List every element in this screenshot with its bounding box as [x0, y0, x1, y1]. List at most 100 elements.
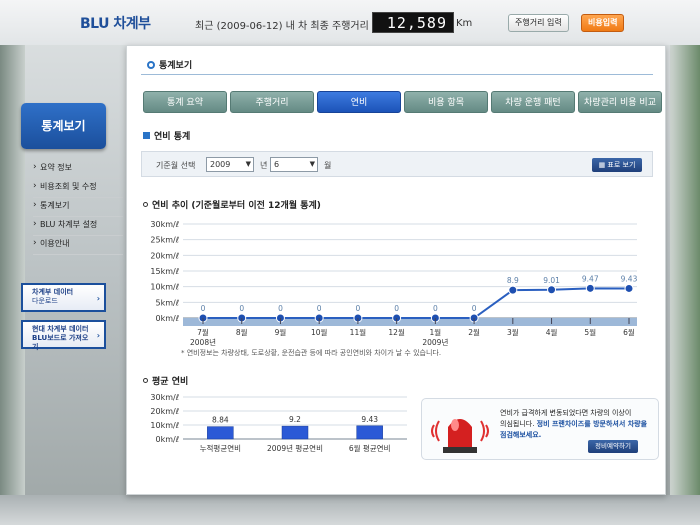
chevron-down-icon: ▼	[245, 160, 251, 168]
km-unit: Km	[456, 18, 473, 29]
tab-driving-pattern[interactable]: 차량 운행 패턴	[491, 91, 575, 113]
tab-fuel-efficiency[interactable]: 연비	[317, 91, 401, 113]
odometer-display: 12,589	[372, 12, 454, 33]
alert-line2-text: 의심됩니다.	[500, 420, 535, 428]
section-bullet-icon	[143, 132, 150, 139]
title-divider	[141, 74, 653, 75]
y-tick-label: 30km/ℓ	[150, 220, 179, 229]
avg-fuel-chart: 0km/ℓ 10km/ℓ 20km/ℓ 30km/ℓ 8.84 누적평균연비 9.2 2009…	[150, 393, 407, 453]
heading-bullet-icon	[143, 378, 148, 383]
y-tick-label: 20km/ℓ	[150, 407, 179, 416]
alert-line3-text: 점검해보세요.	[500, 431, 542, 439]
data-label: 0	[317, 304, 322, 313]
data-label: 0	[201, 304, 206, 313]
tab-bar: 통계 요약 주행거리 연비 비용 항목 차량 운행 패턴 차량관리 비용 비교	[143, 91, 662, 113]
chart2-heading: 평균 연비	[143, 374, 188, 387]
data-label: 9.01	[543, 276, 560, 285]
download-data-button[interactable]: 차계부 데이터 다운로드 ›	[21, 283, 106, 312]
data-label: 0	[433, 304, 438, 313]
sidebar-item-cost-edit[interactable]: 비용조회 및 수정	[33, 179, 123, 198]
data-label: 0	[239, 304, 244, 313]
data-label: 0	[356, 304, 361, 313]
fuel-trend-chart: 0km/ℓ 5km/ℓ 10km/ℓ 15km/ℓ 20km/ℓ 25km/ℓ 30km/ℓ…	[150, 220, 637, 347]
y-tick-label: 15km/ℓ	[150, 267, 179, 276]
tab-distance[interactable]: 주행거리	[230, 91, 314, 113]
bar	[356, 425, 383, 440]
data-point	[624, 283, 634, 293]
sidebar-item-summary[interactable]: 요약 정보	[33, 160, 123, 179]
month-select[interactable]: 6 ▼	[270, 157, 318, 172]
download-data-line1: 차계부 데이터	[32, 288, 74, 296]
view-table-label: 표로 보기	[607, 161, 636, 169]
bar-value-label: 8.84	[212, 416, 229, 425]
bar-value-label: 9.2	[289, 415, 301, 424]
x-axis-band	[183, 318, 637, 326]
sidebar-item-guide[interactable]: 이용안내	[33, 236, 123, 255]
sidebar-item-statistics[interactable]: 통계보기	[33, 198, 123, 217]
data-label: 9.47	[582, 274, 599, 283]
enter-cost-button[interactable]: 비용입력	[581, 14, 625, 32]
tab-cost-items[interactable]: 비용 항목	[404, 91, 488, 113]
enter-distance-button[interactable]: 주행거리 입력	[508, 14, 569, 32]
data-label: 0	[394, 304, 399, 313]
section-title-text: 연비 통계	[154, 132, 191, 142]
download-data-line2: 다운로드	[32, 297, 58, 305]
x-tick-label: 11월	[350, 327, 367, 337]
chart1-heading: 연비 추이 (기준월로부터 이전 12개월 통계)	[143, 198, 321, 211]
x-tick-label: 7월	[197, 327, 209, 337]
app-logo: BLU 차계부	[80, 16, 151, 32]
y-tick-label: 0km/ℓ	[155, 435, 179, 444]
x-tick-label: 2월	[468, 327, 480, 337]
page-title-text: 통계보기	[159, 61, 193, 71]
view-table-button[interactable]: ▦ 표로 보기	[592, 158, 642, 172]
warning-siren-icon	[431, 419, 489, 453]
month-select-value: 6	[274, 160, 280, 169]
import-data-line2: BLU보드로 가져오기	[32, 334, 89, 351]
sidebar-item-settings[interactable]: BLU 차계부 설정	[33, 217, 123, 236]
import-data-button[interactable]: 현대 차계부 데이터 BLU보드로 가져오기 ›	[21, 320, 106, 351]
tab-summary[interactable]: 통계 요약	[143, 91, 227, 113]
y-tick-label: 5km/ℓ	[155, 298, 179, 307]
year-select-value: 2009	[210, 160, 231, 169]
section-title: 연비 통계	[143, 129, 190, 142]
y-tick-label: 25km/ℓ	[150, 236, 179, 245]
heading-bullet-icon	[143, 202, 148, 207]
y-tick-label: 20km/ℓ	[150, 251, 179, 260]
import-data-line1: 현대 차계부 데이터	[32, 325, 89, 333]
tab-cost-comparison[interactable]: 차량관리 비용 비교	[578, 91, 662, 113]
x-tick-label: 6월	[623, 327, 635, 337]
year-label: 2009년	[422, 337, 448, 347]
alert-line1: 연비가 급격하게 변동되었다면 차량의 이상이	[500, 409, 632, 417]
x-tick-label: 10월	[311, 327, 328, 337]
category-label: 6월 평균연비	[349, 443, 391, 453]
distance-label: 최근 (2009-06-12) 내 차 최종 주행거리 :	[195, 21, 376, 32]
bar	[207, 426, 234, 440]
background-floor	[0, 495, 700, 525]
category-label: 누적평균연비	[200, 443, 241, 453]
fuel-note: * 연비정보는 차량상태, 도로상황, 운전습관 등에 따라 공인연비와 차이가…	[181, 349, 442, 357]
alert-box: 연비가 급격하게 변동되었다면 차량의 이상이 의심됩니다. 정비 프랜차이즈를…	[421, 398, 659, 460]
data-point	[547, 285, 557, 295]
x-tick-label: 9월	[275, 327, 287, 337]
y-tick-label: 10km/ℓ	[150, 421, 179, 430]
x-tick-label: 3월	[507, 327, 519, 337]
x-tick-label: 12월	[388, 327, 405, 337]
alert-line2: 의심됩니다. 정비 프랜차이즈를 방문하셔서 차량을	[500, 419, 656, 430]
data-label: 0	[472, 304, 477, 313]
maintenance-booking-button[interactable]: 정비예약하기	[588, 440, 638, 453]
bar-value-label: 9.43	[361, 415, 378, 424]
data-label: 0	[278, 304, 283, 313]
x-tick-label: 8월	[236, 327, 248, 337]
year-unit: 년	[260, 161, 268, 170]
data-point	[585, 283, 595, 293]
year-select[interactable]: 2009 ▼	[206, 157, 254, 172]
alert-message: 연비가 급격하게 변동되었다면 차량의 이상이 의심됩니다. 정비 프랜차이즈를…	[500, 408, 656, 441]
chevron-right-icon: ›	[96, 294, 100, 303]
fuel-trend-line	[203, 287, 630, 319]
data-label: 8.9	[507, 276, 519, 285]
chart1-title: 연비 추이 (기준월로부터 이전 12개월 통계)	[152, 201, 321, 211]
month-unit: 월	[324, 161, 332, 170]
sidebar-title: 통계보기	[21, 103, 106, 149]
main-panel: 통계보기 통계 요약 주행거리 연비 비용 항목 차량 운행 패턴 차량관리 비…	[126, 45, 666, 495]
x-tick-label: 1월	[430, 327, 442, 337]
